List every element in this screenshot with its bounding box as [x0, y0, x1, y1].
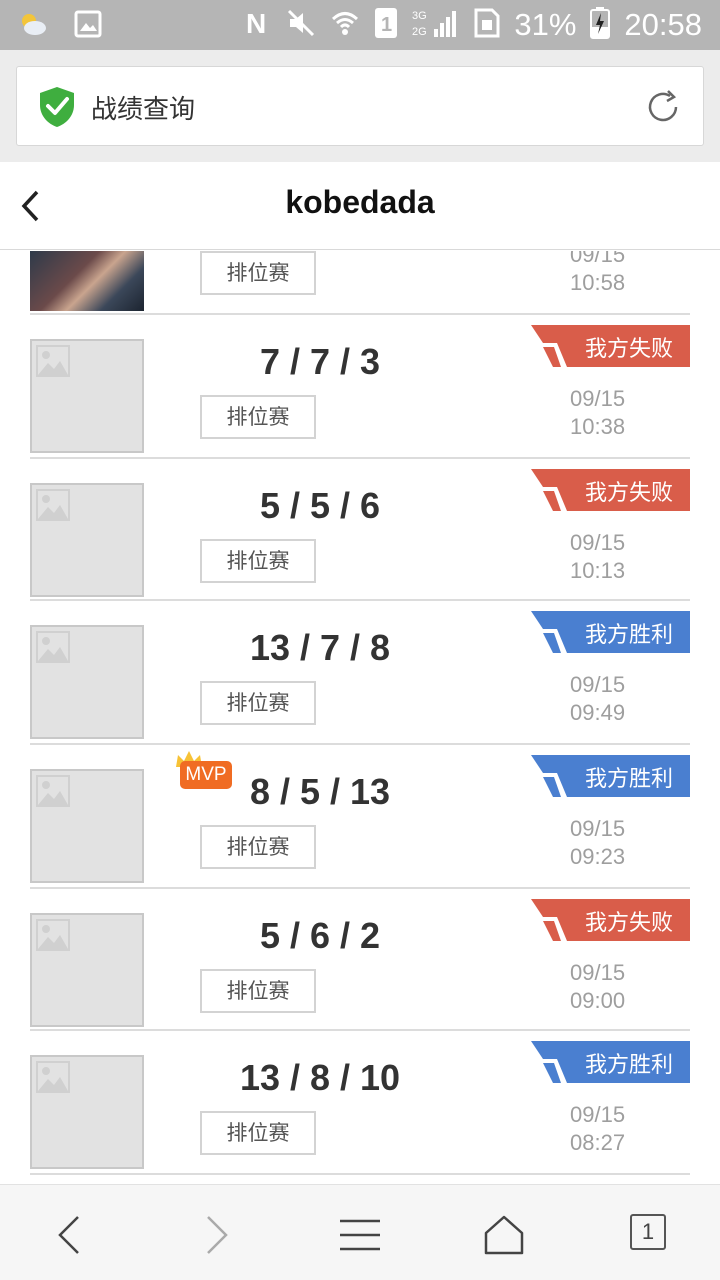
match-row[interactable]: 7 / 7 / 3 排位赛 我方失败 09/15 10:38 [30, 315, 690, 459]
svg-text:1: 1 [381, 14, 392, 36]
svg-text:2G: 2G [412, 26, 427, 38]
match-mode-label: 排位赛 [200, 539, 316, 583]
match-mode-label: 排位赛 [200, 395, 316, 439]
security-shield-icon [37, 85, 77, 133]
match-mode-label: 排位赛 [200, 1111, 316, 1155]
match-time: 09/15 10:13 [570, 529, 625, 585]
page-header: kobedada [0, 162, 720, 250]
match-time: 09/15 09:49 [570, 671, 625, 727]
tabs-count-button[interactable]: 1 [630, 1214, 666, 1250]
image-placeholder-icon [36, 489, 70, 521]
match-clock: 10:13 [570, 558, 626, 583]
image-placeholder-icon [36, 919, 70, 951]
image-placeholder-icon [36, 631, 70, 663]
match-time: 09/15 09:00 [570, 959, 625, 1015]
refresh-icon[interactable] [643, 87, 683, 131]
result-badge: 我方失败 [531, 469, 690, 511]
match-date: 09/15 [570, 530, 626, 555]
match-clock: 09:23 [570, 844, 626, 869]
menu-icon[interactable] [336, 1211, 384, 1259]
match-clock: 08:27 [570, 1130, 626, 1155]
browser-bottom-nav: 1 [0, 1184, 720, 1280]
result-text: 我方失败 [585, 911, 674, 936]
match-row[interactable]: 排位赛 09/15 10:58 [30, 251, 690, 315]
clock: 20:58 [624, 7, 702, 42]
weather-icon [18, 11, 48, 41]
hero-portrait-placeholder [30, 339, 144, 453]
result-badge: 我方胜利 [531, 755, 690, 797]
kda-score: 5 / 6 / 2 [259, 915, 381, 956]
forward-icon[interactable] [192, 1211, 240, 1259]
browser-toolbar: 战绩查询 [0, 50, 720, 162]
sim-card-icon [474, 8, 500, 42]
kda-score: 13 / 7 / 8 [249, 627, 391, 668]
match-time: 09/15 09:23 [570, 815, 625, 871]
result-badge: 我方胜利 [531, 611, 690, 653]
match-clock: 09:49 [570, 700, 626, 725]
hero-portrait-placeholder [30, 913, 144, 1027]
result-text: 我方失败 [585, 481, 674, 506]
result-text: 我方胜利 [585, 1053, 674, 1078]
image-placeholder-icon [36, 775, 70, 807]
result-badge: 我方失败 [531, 325, 690, 367]
kda-score: 5 / 5 / 6 [259, 485, 381, 526]
kda-score: 13 / 8 / 10 [239, 1057, 401, 1098]
match-clock: 10:58 [570, 270, 626, 295]
status-bar: N 1 3G 2G 31% 20:58 [0, 0, 720, 50]
signal-icon: 3G 2G [412, 7, 460, 43]
result-badge: 我方失败 [531, 899, 690, 941]
match-row[interactable]: 13 / 7 / 8 排位赛 我方胜利 09/15 09:49 [30, 601, 690, 745]
hero-portrait-placeholder [30, 483, 144, 597]
match-clock: 10:38 [570, 414, 626, 439]
match-time: 09/15 10:58 [570, 251, 625, 297]
match-mode-label: 排位赛 [200, 251, 316, 295]
match-mode-label: 排位赛 [200, 825, 316, 869]
home-icon[interactable] [480, 1211, 528, 1259]
match-mode-label: 排位赛 [200, 681, 316, 725]
match-row[interactable]: 5 / 6 / 2 排位赛 我方失败 09/15 09:00 [30, 889, 690, 1031]
mute-icon [286, 8, 316, 42]
match-row[interactable]: 5 / 5 / 6 排位赛 我方失败 09/15 10:13 [30, 459, 690, 601]
address-bar[interactable]: 战绩查询 [16, 66, 704, 146]
match-date: 09/15 [570, 672, 626, 697]
battery-percent: 31% [514, 7, 577, 42]
match-date: 09/15 [570, 960, 626, 985]
hero-portrait-placeholder [30, 1055, 144, 1169]
svg-text:3G: 3G [412, 10, 427, 22]
match-time: 09/15 10:38 [570, 385, 625, 441]
result-text: 我方失败 [585, 337, 674, 362]
match-mode-label: 排位赛 [200, 969, 316, 1013]
match-clock: 09:00 [570, 988, 626, 1013]
back-icon[interactable] [46, 1211, 94, 1259]
result-text: 我方胜利 [585, 767, 674, 792]
match-time: 09/15 08:27 [570, 1101, 625, 1157]
match-date: 09/15 [570, 386, 626, 411]
image-placeholder-icon [36, 1061, 70, 1093]
match-date: 09/15 [570, 816, 626, 841]
battery-icon [590, 7, 611, 43]
hero-portrait [30, 251, 144, 311]
match-date: 09/15 [570, 251, 626, 267]
gallery-icon [74, 10, 102, 42]
page-label: 战绩查询 [91, 95, 196, 125]
result-badge: 我方胜利 [531, 1041, 690, 1083]
kda-score: 7 / 7 / 3 [259, 341, 381, 382]
match-list[interactable]: 排位赛 09/15 10:58 7 / 7 / 3 排位赛 我方失败 09/15… [0, 251, 720, 1184]
hero-portrait-placeholder [30, 769, 144, 883]
svg-text:N: N [246, 8, 266, 38]
kda-score: 8 / 5 / 13 [249, 771, 391, 812]
hero-portrait-placeholder [30, 625, 144, 739]
sim-icon: 1 [374, 7, 398, 43]
match-date: 09/15 [570, 1102, 626, 1127]
match-row[interactable]: 13 / 8 / 10 排位赛 我方胜利 09/15 08:27 [30, 1031, 690, 1175]
page-title: kobedada [285, 184, 435, 220]
wifi-icon [330, 8, 360, 42]
nfc-icon: N [244, 8, 272, 42]
match-row[interactable]: MVP 8 / 5 / 13 排位赛 我方胜利 09/15 09:23 [30, 745, 690, 889]
image-placeholder-icon [36, 345, 70, 377]
result-text: 我方胜利 [585, 623, 674, 648]
